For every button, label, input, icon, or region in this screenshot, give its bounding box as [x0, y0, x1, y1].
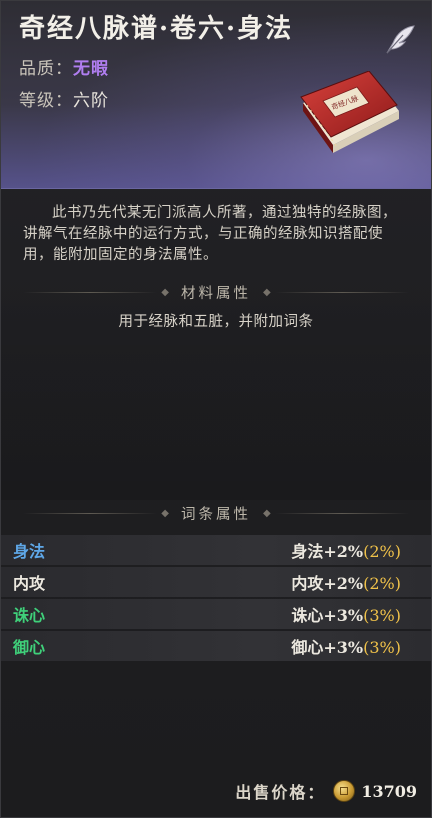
attribute-row: 身法 身法+2%(2%) [1, 535, 431, 565]
item-header: 奇经八脉谱·卷六·身法 品质：无暇 等级：六阶 奇经八脉 [1, 1, 431, 189]
attribute-value: 诛心+3% [291, 606, 364, 625]
attribute-bonus: (2%) [363, 542, 401, 561]
attributes-header-label: 词条属性 [181, 506, 251, 523]
attribute-row: 御心 御心+3%(3%) [1, 631, 431, 661]
attribute-list: 身法 身法+2%(2%) 内攻 内攻+2%(2%) 诛心 诛心+3%(3%) 御… [1, 535, 431, 663]
sell-price: 出售价格： 13709 [235, 779, 417, 803]
attribute-value-group: 诛心+3%(3%) [291, 602, 401, 626]
level-label: 等级： [19, 91, 73, 111]
book-icon: 奇经八脉 [293, 70, 405, 163]
attribute-name: 内攻 [13, 574, 46, 593]
material-text: 用于经脉和五脏，并附加词条 [118, 314, 314, 330]
attribute-value: 内攻+2% [291, 574, 364, 593]
attribute-value-group: 御心+3%(3%) [291, 634, 401, 658]
quill-close-icon[interactable] [383, 23, 417, 57]
item-tooltip: 奇经八脉谱·卷六·身法 品质：无暇 等级：六阶 奇经八脉 此书乃先代某无门派高人… [0, 0, 432, 818]
attribute-row: 内攻 内攻+2%(2%) [1, 567, 431, 597]
material-header: ◆ 材料属性 ◆ [23, 280, 409, 304]
attributes-header-wrap: ◆ 词条属性 ◆ [1, 501, 431, 525]
item-description: 此书乃先代某无门派高人所著，通过独特的经脉图，讲解气在经脉中的运行方式，与正确的… [23, 205, 397, 263]
attribute-bonus: (3%) [363, 606, 401, 625]
coin-icon [333, 780, 356, 802]
attribute-value: 御心+3% [291, 638, 364, 657]
quality-value: 无暇 [73, 59, 109, 79]
attribute-bonus: (2%) [363, 574, 401, 593]
sell-price-label: 出售价格： [235, 783, 326, 802]
sell-price-value: 13709 [361, 781, 417, 801]
attribute-row: 诛心 诛心+3%(3%) [1, 599, 431, 629]
material-panel: ◆ 材料属性 ◆ 用于经脉和五脏，并附加词条 [1, 280, 431, 500]
attributes-header: ◆ 词条属性 ◆ [23, 501, 409, 525]
attribute-bonus: (3%) [363, 638, 401, 657]
level-value: 六阶 [73, 91, 109, 111]
quality-label: 品质： [19, 59, 73, 79]
material-header-label: 材料属性 [181, 285, 251, 302]
attribute-value-group: 身法+2%(2%) [291, 538, 401, 562]
attribute-value: 身法+2% [291, 542, 364, 561]
attribute-name: 诛心 [13, 606, 46, 625]
attribute-name: 御心 [13, 638, 46, 657]
item-title: 奇经八脉谱·卷六·身法 [19, 14, 294, 44]
attribute-name: 身法 [13, 542, 46, 561]
attribute-value-group: 内攻+2%(2%) [291, 570, 401, 594]
